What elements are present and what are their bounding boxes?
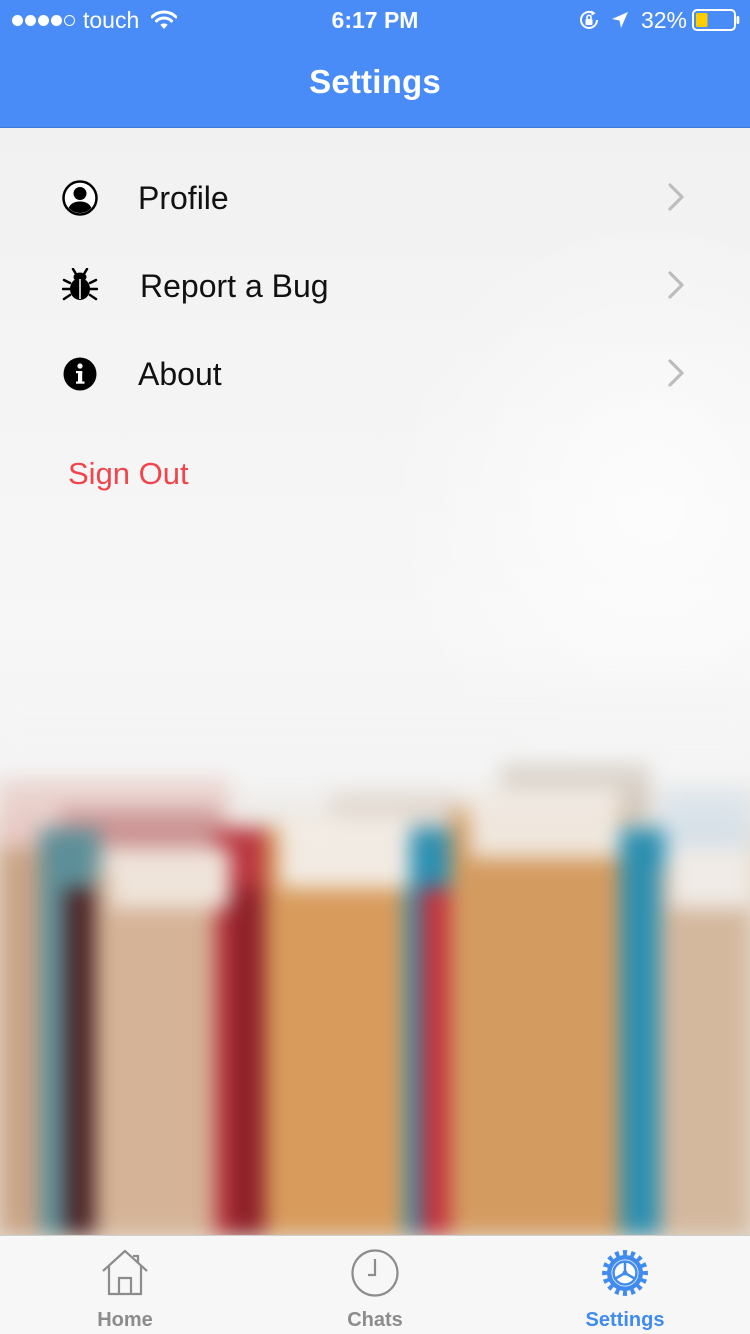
chevron-right-icon bbox=[668, 359, 684, 387]
signal-dot bbox=[51, 14, 62, 26]
tab-bar: Home Chats Settings bbox=[0, 1235, 750, 1334]
menu-item-label: About bbox=[138, 356, 222, 392]
tab-label: Home bbox=[97, 1309, 153, 1331]
tab-home[interactable]: Home bbox=[0, 1236, 250, 1334]
battery-percent: 32% bbox=[640, 7, 687, 33]
carrier-name: touch bbox=[83, 7, 140, 33]
header: touch 6:17 PM 32% Settings bbox=[0, 0, 750, 128]
signal-dot bbox=[25, 14, 36, 26]
tab-settings[interactable]: Settings bbox=[500, 1236, 750, 1334]
menu-item-label: Report a Bug bbox=[140, 268, 329, 304]
orientation-lock-icon bbox=[579, 10, 598, 29]
chevron-right-icon bbox=[668, 183, 684, 211]
page-title: Settings bbox=[309, 63, 441, 100]
sign-out-button[interactable]: Sign Out bbox=[68, 454, 189, 494]
status-left: touch bbox=[12, 7, 178, 33]
signal-strength-icon bbox=[12, 14, 75, 26]
tab-label: Settings bbox=[585, 1309, 665, 1331]
tab-chats[interactable]: Chats bbox=[250, 1236, 500, 1334]
status-bar: touch 6:17 PM 32% bbox=[0, 0, 750, 40]
info-icon bbox=[63, 357, 97, 391]
chevron-right-icon bbox=[668, 271, 684, 299]
battery-icon bbox=[692, 9, 740, 31]
clock-icon bbox=[351, 1249, 399, 1297]
location-arrow-icon bbox=[611, 12, 628, 28]
battery-fill bbox=[696, 13, 708, 27]
menu-item-about[interactable]: About bbox=[0, 338, 750, 418]
menu-item-label: Profile bbox=[138, 180, 229, 216]
profile-icon bbox=[62, 180, 98, 216]
settings-content: Profile Report a Bug About Sign Out bbox=[0, 128, 750, 1235]
settings-screen: touch 6:17 PM 32% Settings Profile Repor… bbox=[0, 0, 750, 1334]
home-icon bbox=[102, 1249, 148, 1296]
gear-icon bbox=[602, 1250, 648, 1296]
signal-dot bbox=[64, 14, 75, 26]
menu-item-profile[interactable]: Profile bbox=[0, 162, 750, 242]
signal-dot bbox=[38, 14, 49, 26]
tab-label: Chats bbox=[347, 1309, 403, 1331]
bug-icon bbox=[62, 268, 98, 301]
status-right: 32% bbox=[577, 7, 740, 33]
wifi-icon bbox=[151, 10, 178, 29]
signal-dot bbox=[12, 14, 23, 26]
menu-item-report-bug[interactable]: Report a Bug bbox=[0, 250, 750, 330]
